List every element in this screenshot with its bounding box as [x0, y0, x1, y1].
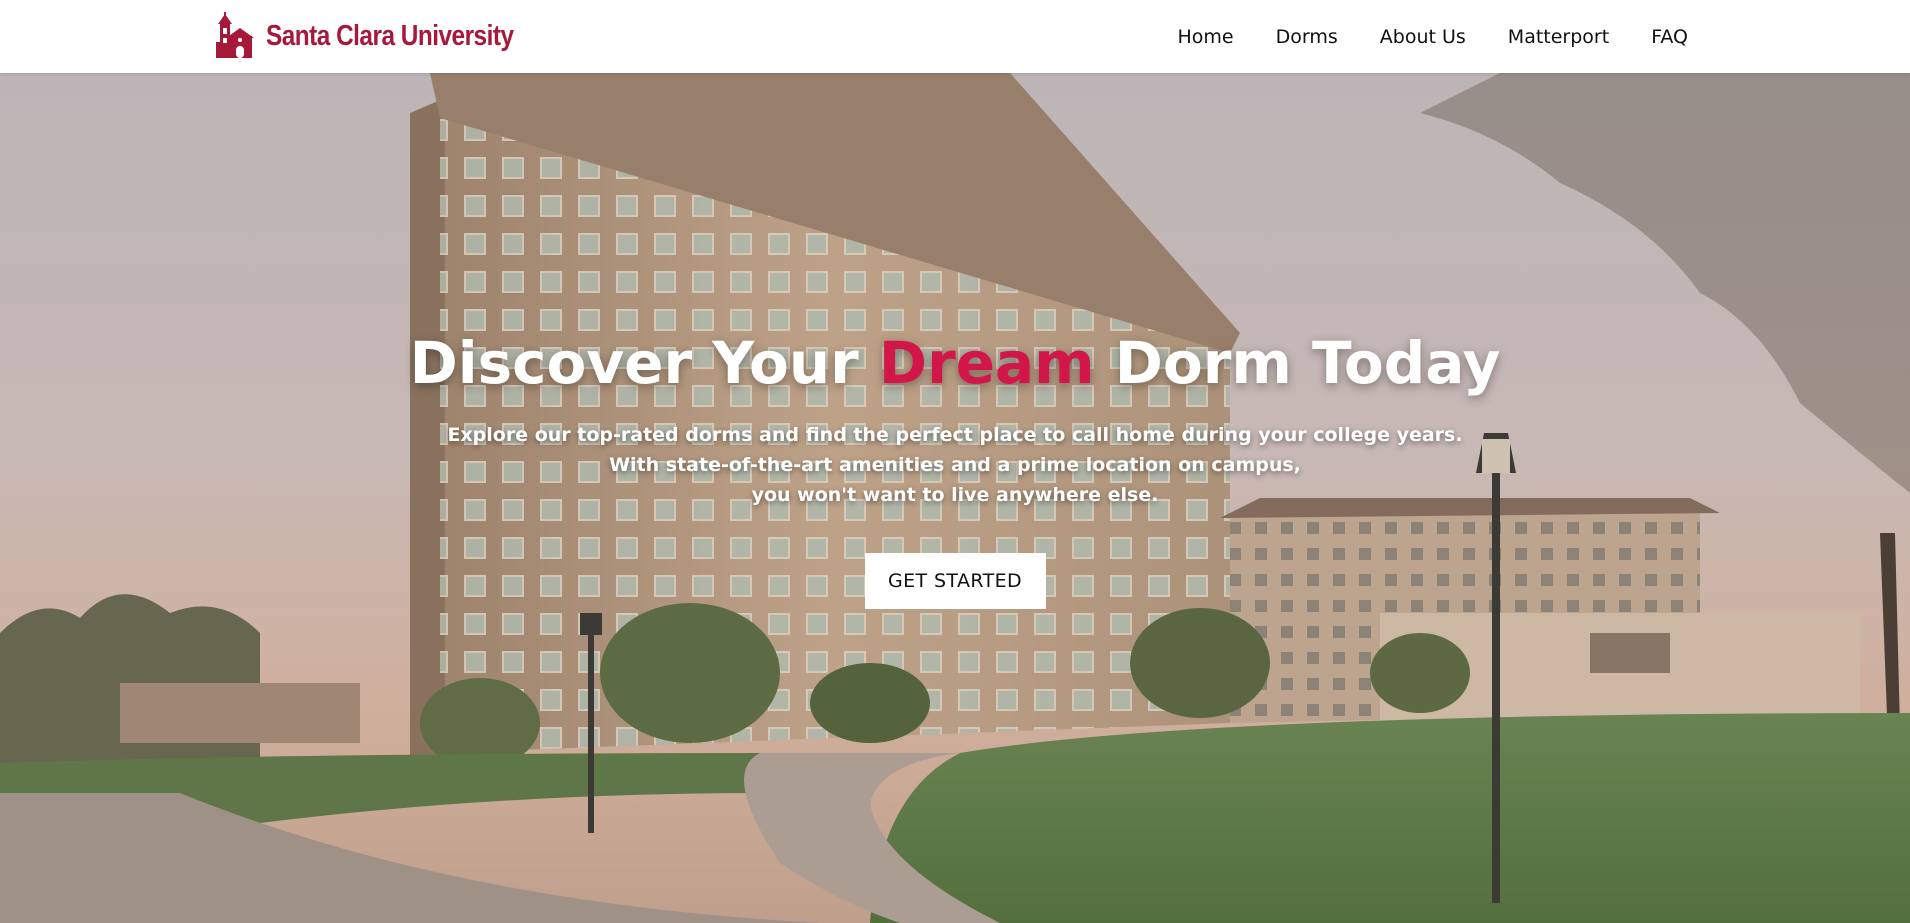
nav-dorms[interactable]: Dorms	[1276, 26, 1338, 48]
nav-faq[interactable]: FAQ	[1651, 26, 1688, 48]
nav-matterport[interactable]: Matterport	[1508, 26, 1609, 48]
university-logo[interactable]: Santa Clara University	[214, 12, 561, 60]
get-started-button[interactable]: GET STARTED	[864, 553, 1046, 609]
site-header: Santa Clara University Home Dorms About …	[0, 0, 1910, 73]
hero-description-line: With state-of-the-art amenities and a pr…	[609, 454, 1301, 476]
hero-section: Discover Your Dream Dorm Today Explore o…	[0, 73, 1910, 923]
hero-description-line: you won't want to live anywhere else.	[751, 484, 1159, 506]
hero-title: Discover Your Dream Dorm Today	[0, 328, 1910, 398]
nav-home[interactable]: Home	[1178, 26, 1234, 48]
hero-title-start: Discover Your	[409, 329, 879, 397]
hero-description-line: Explore our top-rated dorms and find the…	[447, 424, 1463, 446]
hero-title-accent: Dream	[878, 329, 1095, 397]
main-nav: Home Dorms About Us Matterport FAQ	[1178, 0, 1688, 73]
nav-about-us[interactable]: About Us	[1380, 26, 1466, 48]
hero-description: Explore our top-rated dorms and find the…	[0, 420, 1910, 510]
mission-church-icon	[216, 12, 254, 58]
hero-title-end: Dorm Today	[1094, 329, 1501, 397]
logo-text: Santa Clara University	[266, 19, 514, 52]
hero-content: Discover Your Dream Dorm Today Explore o…	[0, 328, 1910, 609]
